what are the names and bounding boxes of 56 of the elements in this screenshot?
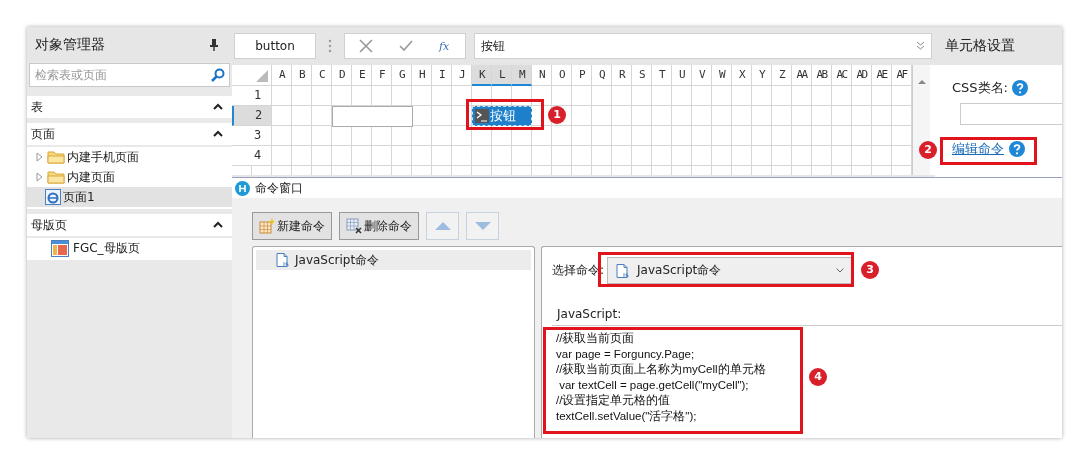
pin-icon (210, 38, 218, 51)
search-field[interactable]: 检索表或页面 (29, 63, 230, 87)
window-title: 命令窗口 (255, 179, 303, 197)
delete-command-button[interactable]: 删除命令 (339, 212, 419, 240)
code-line: var page = Forguncy.Page; (556, 346, 696, 362)
field-label: CSS类名: (952, 79, 1008, 97)
tree-item[interactable]: 页面1 (27, 187, 232, 207)
table-star-icon (259, 218, 275, 234)
cancel-icon[interactable] (359, 39, 373, 53)
tree-item[interactable]: 内建手机页面 (27, 147, 232, 167)
column-header[interactable]: L (492, 65, 512, 86)
section-header[interactable]: 母版页 (27, 214, 232, 236)
triangle-up-icon (434, 222, 451, 230)
column-header[interactable]: M (512, 65, 532, 86)
merged-cell[interactable] (332, 106, 413, 127)
triangle-down-icon (474, 222, 491, 230)
name-box[interactable]: button (234, 33, 316, 59)
folder-icon (47, 170, 65, 184)
panel-title: 单元格设置 (945, 37, 1015, 55)
script-file-icon (276, 253, 289, 267)
terminal-icon (475, 109, 489, 123)
row-header[interactable]: 2 (232, 106, 272, 126)
new-command-button[interactable]: 新建命令 (252, 212, 332, 240)
css-class-field[interactable] (960, 103, 1062, 125)
scrollbar[interactable] (912, 65, 930, 175)
code-line: //获取当前页面上名称为myCell的单元格 (556, 362, 767, 377)
chevron-down-icon (836, 268, 845, 273)
table-delete-icon (346, 218, 362, 234)
command-dropdown[interactable]: JavaScript命令 (607, 257, 854, 284)
folder-icon (47, 150, 65, 164)
search-icon (211, 68, 225, 82)
section-header[interactable]: 表 (27, 96, 232, 118)
tree-item[interactable]: 内建页面 (27, 167, 232, 187)
button-cell[interactable]: 按钮 (472, 106, 532, 126)
web-page-icon (45, 189, 61, 205)
expand-icon (916, 41, 925, 51)
scroll-up-icon (916, 79, 927, 85)
function-button[interactable]: fx (439, 39, 450, 53)
edit-command-link[interactable]: 编辑命令 (952, 140, 1004, 158)
help-icon[interactable] (1011, 80, 1028, 96)
code-line: //获取当前页面 (556, 331, 636, 346)
tree-item[interactable]: FGC_母版页 (27, 238, 232, 258)
code-line: textCell.setValue("活字格"); (556, 408, 698, 424)
corner-triangle-icon (256, 70, 268, 82)
check-icon[interactable] (399, 40, 413, 52)
panel-title: 对象管理器 (35, 35, 105, 54)
command-item[interactable]: JavaScript命令 (256, 250, 531, 270)
help-icon[interactable] (1009, 141, 1025, 157)
script-file-icon (616, 263, 630, 278)
column-header[interactable]: K (472, 65, 492, 86)
field-label: 选择命令: (552, 262, 605, 279)
drag-handle-icon (328, 39, 332, 53)
formula-field[interactable]: 按钮 (474, 33, 932, 59)
code-line: //设置指定单元格的值 (556, 393, 672, 408)
section-header[interactable]: 页面 (27, 123, 232, 145)
code-line: var textCell = page.getCell("myCell"); (558, 377, 750, 393)
